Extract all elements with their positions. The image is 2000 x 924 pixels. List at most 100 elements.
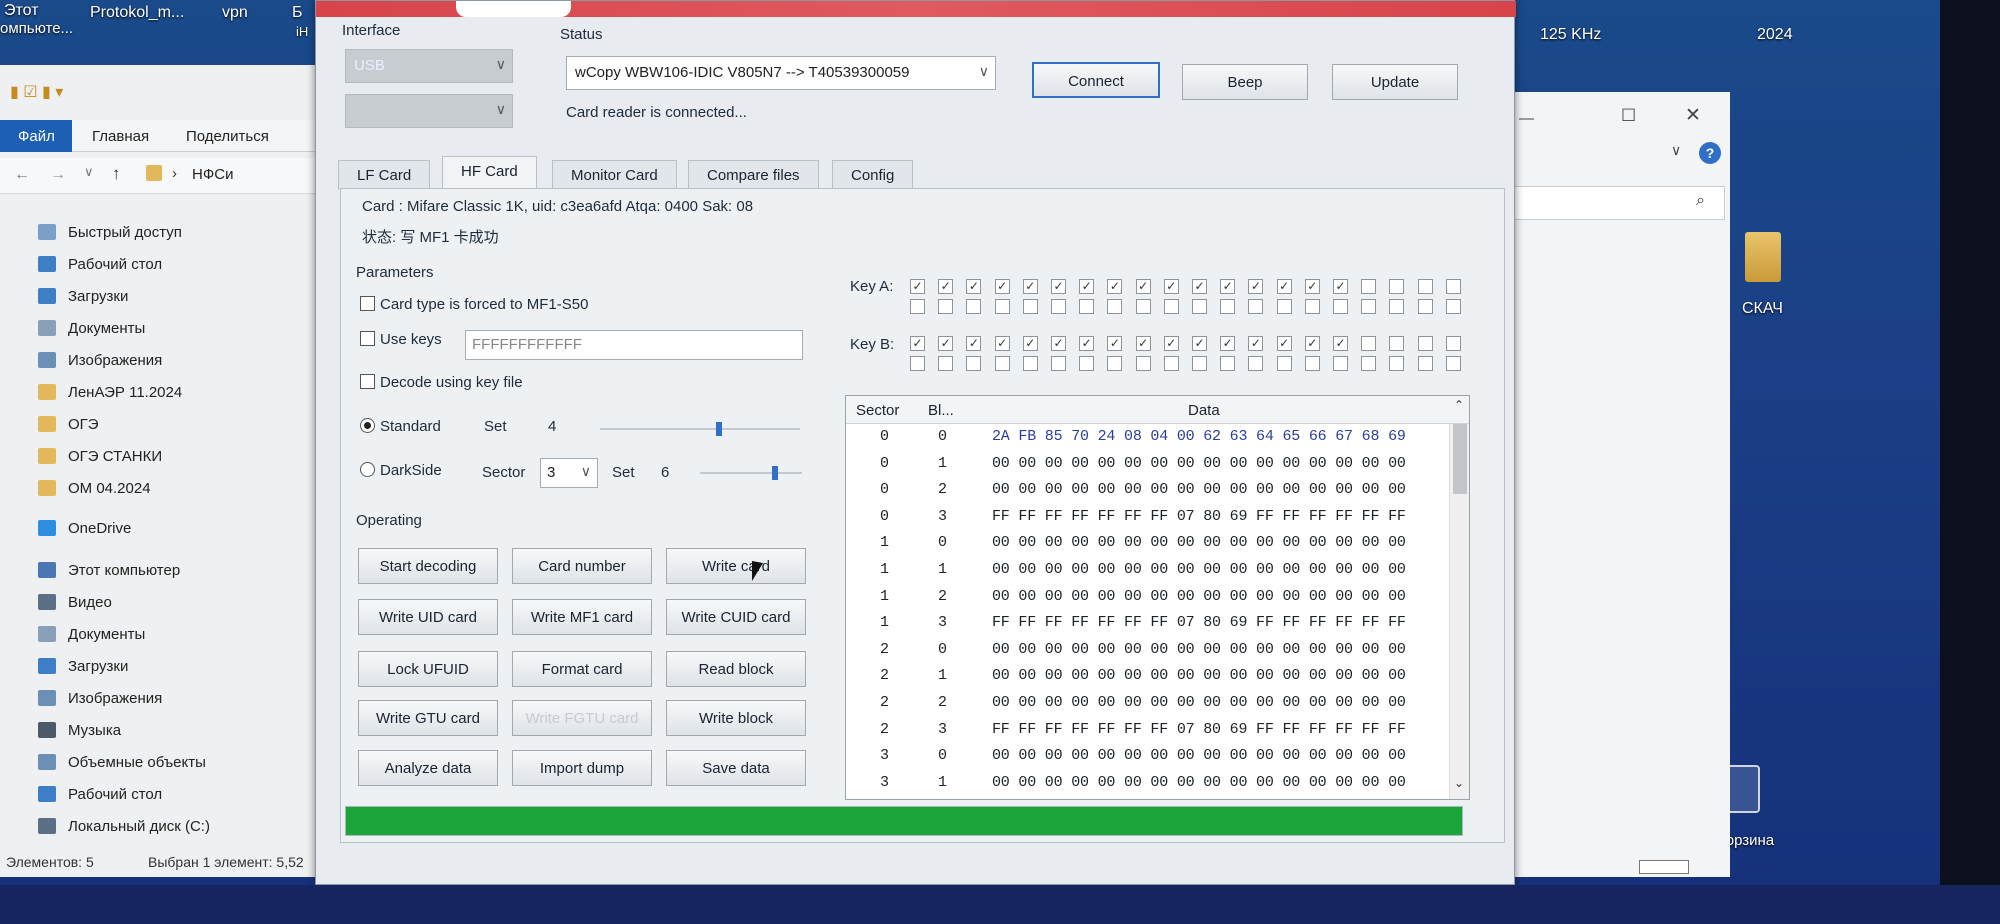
key-a-key-checkbox[interactable] [1107, 299, 1123, 314]
nav-item[interactable]: ОГЭ [0, 410, 320, 440]
desktop-label-b[interactable]: Б [292, 4, 303, 22]
key-a-key-checkbox[interactable]: ✓ [1051, 279, 1066, 294]
table-row[interactable]: 2 1 00 00 00 00 00 00 00 00 00 00 00 00 00… [846, 663, 1446, 689]
nav-item[interactable]: Объемные объекты [0, 748, 320, 778]
set-slider-1[interactable] [600, 422, 800, 436]
key-b-key-checkbox[interactable]: ✓ [1051, 336, 1066, 351]
nav-item[interactable]: Загрузки [0, 282, 320, 312]
keys-input[interactable]: FFFFFFFFFFFF [465, 330, 803, 360]
scroll-up-icon[interactable]: ⌃ [1454, 398, 1464, 412]
nav-item[interactable]: Загрузки [0, 652, 320, 682]
nav-item[interactable]: Документы [0, 620, 320, 650]
header-block[interactable]: Bl... [928, 402, 954, 419]
key-b-key-checkbox[interactable]: ✓ [1079, 336, 1095, 351]
key-a-key-checkbox[interactable]: ✓ [1276, 279, 1292, 294]
beep-button[interactable]: Beep [1182, 64, 1308, 100]
key-b-key-checkbox[interactable]: ✓ [966, 336, 982, 351]
analyze-data-button[interactable]: Analyze data [358, 750, 498, 786]
scrollbar-thumb[interactable] [1453, 424, 1467, 494]
nav-item[interactable]: Быстрый доступ [0, 218, 320, 248]
lock-ufuid-button[interactable]: Lock UFUID [358, 651, 498, 687]
key-b-key-checkbox[interactable] [1389, 356, 1405, 371]
key-a-key-checkbox[interactable] [1445, 299, 1461, 314]
desktop-label-this-pc-2[interactable]: омпьюте... [0, 20, 73, 37]
forward-arrow-icon[interactable]: → [50, 166, 66, 184]
key-b-key-checkbox[interactable]: ✓ [1220, 336, 1236, 351]
desktop-label-ih[interactable]: iH [296, 24, 308, 39]
device-select[interactable]: wCopy WBW106-IDIC V805N7 --> T4053930005… [566, 56, 996, 90]
key-b-key-checkbox[interactable] [1361, 356, 1377, 371]
key-a-key-checkbox[interactable]: ✓ [994, 279, 1010, 294]
key-a-key-checkbox[interactable] [1022, 299, 1038, 314]
key-b-key-checkbox[interactable]: ✓ [1333, 336, 1348, 351]
desktop-label-2024[interactable]: 2024 [1757, 26, 1793, 44]
desktop-label-125khz[interactable]: 125 KHz [1540, 26, 1601, 44]
set-slider-2[interactable] [700, 466, 802, 480]
key-b-key-checkbox[interactable] [1220, 356, 1236, 371]
write-gtu-card-button[interactable]: Write GTU card [358, 700, 498, 736]
key-a-key-checkbox[interactable] [1417, 279, 1433, 294]
header-data[interactable]: Data [1188, 402, 1220, 419]
connect-button[interactable]: Connect [1032, 62, 1160, 98]
update-button[interactable]: Update [1332, 64, 1458, 100]
quick-access-toolbar[interactable]: ▮ ☑ ▮ ▾ [10, 82, 120, 110]
key-a-key-checkbox[interactable] [1079, 299, 1095, 314]
key-b-key-checkbox[interactable] [1361, 336, 1377, 351]
key-a-key-checkbox[interactable] [1051, 299, 1066, 314]
maximize-icon[interactable]: ☐ [1621, 106, 1636, 126]
search-field[interactable]: ⌕ [1511, 186, 1725, 220]
key-b-key-checkbox[interactable]: ✓ [1022, 336, 1038, 351]
back-arrow-icon[interactable]: ← [14, 166, 30, 184]
table-row[interactable]: 3 0 00 00 00 00 00 00 00 00 00 00 00 00 00… [846, 743, 1446, 769]
scroll-down-icon[interactable]: ⌄ [1454, 776, 1464, 790]
tab-monitor-card[interactable]: Monitor Card [552, 160, 677, 190]
tab-compare-files[interactable]: Compare files [688, 160, 819, 190]
table-row[interactable]: 0 0 2A FB 85 70 24 08 04 00 62 63 64 65 66… [846, 424, 1446, 450]
dropdown-icon[interactable]: ∨ [84, 164, 94, 180]
key-a-key-checkbox[interactable] [1445, 279, 1461, 294]
key-a-key-checkbox[interactable]: ✓ [1220, 279, 1236, 294]
nav-item[interactable]: Музыка [0, 716, 320, 746]
search-icon[interactable]: ⌕ [1696, 192, 1705, 210]
key-a-key-checkbox[interactable]: ✓ [1192, 279, 1207, 294]
minimize-icon[interactable]: — [1519, 110, 1534, 127]
key-b-key-checkbox[interactable] [1417, 336, 1433, 351]
key-a-key-checkbox[interactable]: ✓ [1333, 279, 1348, 294]
read-block-button[interactable]: Read block [666, 651, 806, 687]
start-decoding-button[interactable]: Start decoding [358, 548, 498, 584]
key-a-key-checkbox[interactable] [938, 299, 954, 314]
key-a-key-checkbox[interactable]: ✓ [1079, 279, 1095, 294]
close-icon[interactable]: ✕ [1685, 104, 1701, 127]
key-a-key-checkbox[interactable]: ✓ [1248, 279, 1264, 294]
standard-radio[interactable] [360, 418, 375, 433]
key-a-key-checkbox[interactable]: ✓ [1107, 279, 1123, 294]
key-b-key-checkbox[interactable] [1107, 356, 1123, 371]
key-b-key-checkbox[interactable]: ✓ [910, 336, 925, 351]
write-card-button[interactable]: Write card [666, 548, 806, 584]
table-row[interactable]: 1 1 00 00 00 00 00 00 00 00 00 00 00 00 00… [846, 557, 1446, 583]
key-a-key-checkbox[interactable] [1248, 299, 1264, 314]
write-cuid-card-button[interactable]: Write CUID card [666, 599, 806, 635]
key-a-key-checkbox[interactable]: ✓ [966, 279, 982, 294]
import-dump-button[interactable]: Import dump [512, 750, 652, 786]
card-number-button[interactable]: Card number [512, 548, 652, 584]
up-arrow-icon[interactable]: ↑ [112, 164, 121, 184]
key-b-key-checkbox[interactable]: ✓ [1135, 336, 1151, 351]
table-row[interactable]: 1 0 00 00 00 00 00 00 00 00 00 00 00 00 00… [846, 530, 1446, 556]
key-a-key-checkbox[interactable] [1333, 299, 1348, 314]
key-b-key-checkbox[interactable] [1135, 356, 1151, 371]
key-a-key-checkbox[interactable] [1361, 279, 1377, 294]
slider-thumb-2[interactable] [772, 466, 778, 480]
path-crumb[interactable]: НФСи [192, 166, 233, 183]
key-a-key-checkbox[interactable] [994, 299, 1010, 314]
nav-item[interactable]: Локальный диск (C:) [0, 812, 320, 842]
key-a-key-checkbox[interactable]: ✓ [1022, 279, 1038, 294]
table-row[interactable]: 2 2 00 00 00 00 00 00 00 00 00 00 00 00 00… [846, 690, 1446, 716]
key-a-key-checkbox[interactable] [910, 299, 925, 314]
key-a-key-checkbox[interactable]: ✓ [1304, 279, 1320, 294]
key-a-key-checkbox[interactable]: ✓ [910, 279, 925, 294]
key-a-key-checkbox[interactable] [1192, 299, 1207, 314]
grid-scrollbar[interactable]: ⌃ ⌄ [1449, 398, 1469, 799]
key-b-key-checkbox[interactable] [1333, 356, 1348, 371]
key-a-key-checkbox[interactable]: ✓ [938, 279, 954, 294]
